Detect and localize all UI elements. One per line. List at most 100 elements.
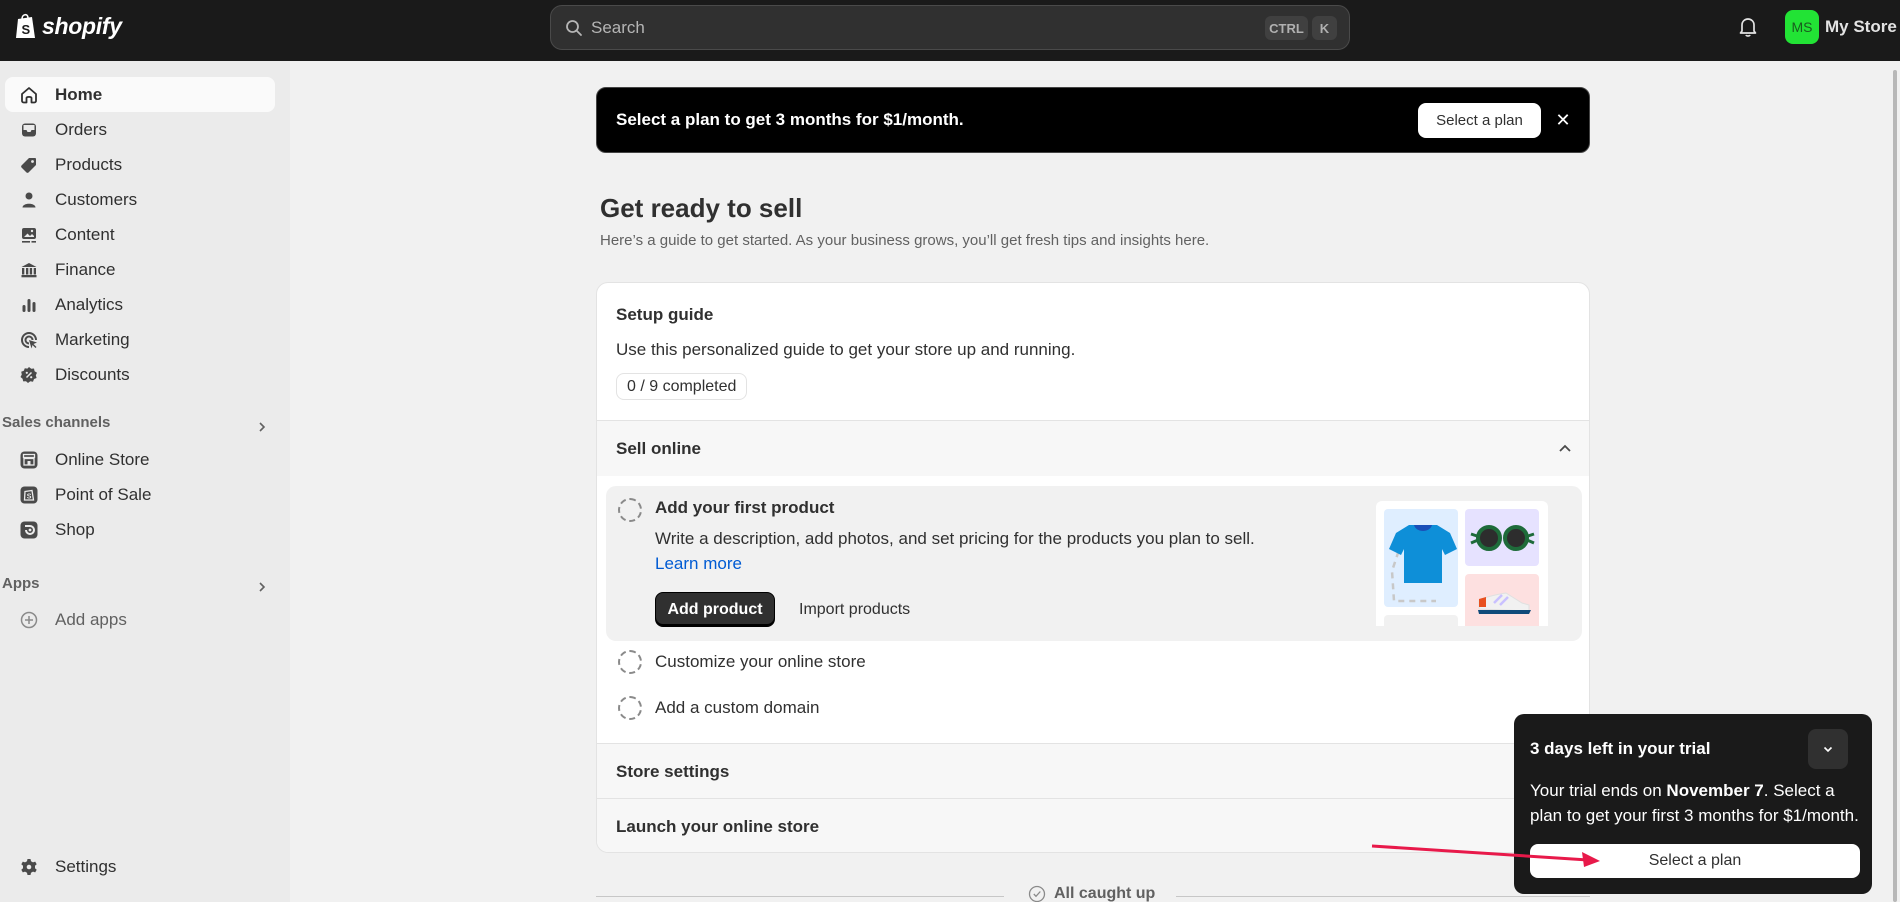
chevron-right-icon[interactable]	[255, 580, 269, 594]
shopify-bag-icon: S	[16, 13, 35, 38]
caught-up-label: All caught up	[1028, 885, 1155, 902]
incomplete-circle-icon[interactable]	[618, 696, 642, 720]
sidebar-item-finance[interactable]: Finance	[5, 252, 275, 287]
all-caught-up: All caught up	[596, 882, 1590, 902]
sidebar-item-settings[interactable]: Settings	[5, 849, 275, 884]
incomplete-circle-icon[interactable]	[618, 650, 642, 674]
sidebar-item-label: Customers	[55, 189, 138, 209]
setup-guide-title: Setup guide	[616, 305, 714, 324]
sidebar-item-marketing[interactable]: Marketing	[5, 322, 275, 357]
task-customize-store[interactable]: Customize your online store	[606, 642, 1582, 682]
sidebar-item-label: Finance	[55, 259, 116, 279]
task-add-first-product[interactable]: Add your first product Write a descripti…	[606, 486, 1582, 641]
collapse-button[interactable]	[1808, 729, 1848, 769]
tag-icon	[19, 155, 39, 175]
sidebar-item-customers[interactable]: Customers	[5, 182, 275, 217]
sidebar-item-shop[interactable]: Shop	[5, 512, 275, 547]
sidebar-item-point-of-sale[interactable]: S Point of Sale	[5, 477, 275, 512]
section-label: Store settings	[616, 761, 730, 781]
shortcut-key-ctrl: CTRL	[1265, 16, 1308, 40]
sidebar-item-orders[interactable]: Orders	[5, 112, 275, 147]
page-title: Get ready to sell	[600, 193, 803, 223]
setup-guide-card: Setup guide Use this personalized guide …	[596, 282, 1590, 853]
caught-up-text: All caught up	[1054, 885, 1156, 902]
sidebar-item-add-apps[interactable]: Add apps	[5, 602, 275, 637]
person-icon	[19, 190, 39, 210]
sidebar-item-label: Analytics	[55, 294, 124, 314]
task-title: Customize your online store	[655, 652, 866, 671]
sidebar-item-label: Shop	[55, 519, 95, 539]
sidebar-item-label: Marketing	[55, 329, 130, 349]
add-product-button[interactable]: Add product	[655, 592, 775, 627]
sidebar-item-label: Products	[55, 154, 123, 174]
svg-text:S: S	[27, 493, 32, 500]
page-subtitle: Here’s a guide to get started. As your b…	[600, 232, 1210, 249]
avatar[interactable]: MS	[1785, 10, 1819, 44]
discount-badge-icon	[19, 365, 39, 385]
sidebar-item-discounts[interactable]: Discounts	[5, 357, 275, 392]
sidebar-item-label: Home	[55, 84, 103, 104]
task-title: Add your first product	[655, 498, 835, 517]
progress-badge: 0 / 9 completed	[616, 373, 748, 400]
plus-circle-icon	[19, 610, 39, 630]
sales-channels-heading[interactable]: Sales channels	[2, 414, 110, 431]
sidebar-item-label: Discounts	[55, 364, 130, 384]
section-label: Launch your online store	[616, 816, 820, 836]
select-plan-button[interactable]: Select a plan	[1418, 103, 1541, 138]
sidebar-item-label: Online Store	[55, 449, 150, 469]
shortcut-key-k: K	[1312, 16, 1337, 40]
inbox-icon	[19, 120, 39, 140]
section-store-settings[interactable]: Store settings	[597, 743, 1589, 799]
promo-text: Select a plan to get 3 months for $1/mon…	[616, 110, 964, 129]
store-name[interactable]: My Store	[1825, 17, 1897, 37]
search-input[interactable]: Search CTRL K	[550, 5, 1350, 50]
product-illustration	[1376, 501, 1548, 626]
top-bar: S shopify Search CTRL K MS My Store	[0, 0, 1900, 61]
sidebar-item-online-store[interactable]: Online Store	[5, 442, 275, 477]
sidebar-item-label: Orders	[55, 119, 107, 139]
sidebar-item-label: Content	[55, 224, 115, 244]
promo-banner: Select a plan to get 3 months for $1/mon…	[596, 87, 1590, 153]
sidebar-item-home[interactable]: Home	[5, 77, 275, 112]
sidebar-item-content[interactable]: Content	[5, 217, 275, 252]
notification-bell-icon[interactable]	[1737, 16, 1759, 38]
home-icon	[19, 85, 39, 105]
import-products-button[interactable]: Import products	[799, 592, 910, 627]
products-collage-icon	[1384, 509, 1539, 626]
storefront-icon	[19, 450, 39, 470]
sidebar-item-label: Add apps	[55, 609, 127, 629]
shop-app-icon	[19, 520, 39, 540]
task-custom-domain[interactable]: Add a custom domain	[606, 688, 1582, 728]
incomplete-circle-icon[interactable]	[618, 498, 642, 522]
sidebar: Home Orders Products Customers Content F…	[0, 61, 290, 902]
pos-bag-icon: S	[19, 485, 39, 505]
brand-name: shopify	[42, 12, 122, 39]
task-description-text: Write a description, add photos, and set…	[655, 529, 1255, 548]
search-icon	[566, 19, 582, 36]
shopify-logo[interactable]: S shopify	[14, 12, 122, 40]
sidebar-item-label: Settings	[55, 856, 117, 876]
trial-body-prefix: Your trial ends on	[1530, 781, 1667, 800]
annotation-arrow-icon	[1371, 844, 1600, 867]
target-cursor-icon	[19, 330, 39, 350]
close-icon[interactable]: ✕	[1553, 110, 1573, 130]
bank-icon	[19, 260, 39, 280]
section-sell-online[interactable]: Sell online	[597, 420, 1589, 476]
apps-heading[interactable]: Apps	[2, 575, 40, 592]
search-placeholder: Search	[591, 17, 645, 37]
check-circle-icon	[1028, 885, 1046, 902]
task-description: Write a description, add photos, and set…	[655, 526, 1255, 576]
bar-chart-icon	[19, 295, 39, 315]
chevron-up-icon[interactable]	[1557, 441, 1573, 457]
image-icon	[19, 225, 39, 245]
trial-end-date: November 7	[1666, 781, 1764, 800]
chevron-right-icon[interactable]	[255, 420, 269, 434]
learn-more-link[interactable]: Learn more	[655, 554, 742, 573]
sidebar-item-analytics[interactable]: Analytics	[5, 287, 275, 322]
section-label: Sell online	[616, 438, 702, 458]
chevron-down-icon	[1823, 746, 1833, 753]
trial-title: 3 days left in your trial	[1530, 739, 1711, 758]
page-scrollbar[interactable]	[1893, 70, 1897, 902]
task-title: Add a custom domain	[655, 698, 820, 717]
sidebar-item-products[interactable]: Products	[5, 147, 275, 182]
